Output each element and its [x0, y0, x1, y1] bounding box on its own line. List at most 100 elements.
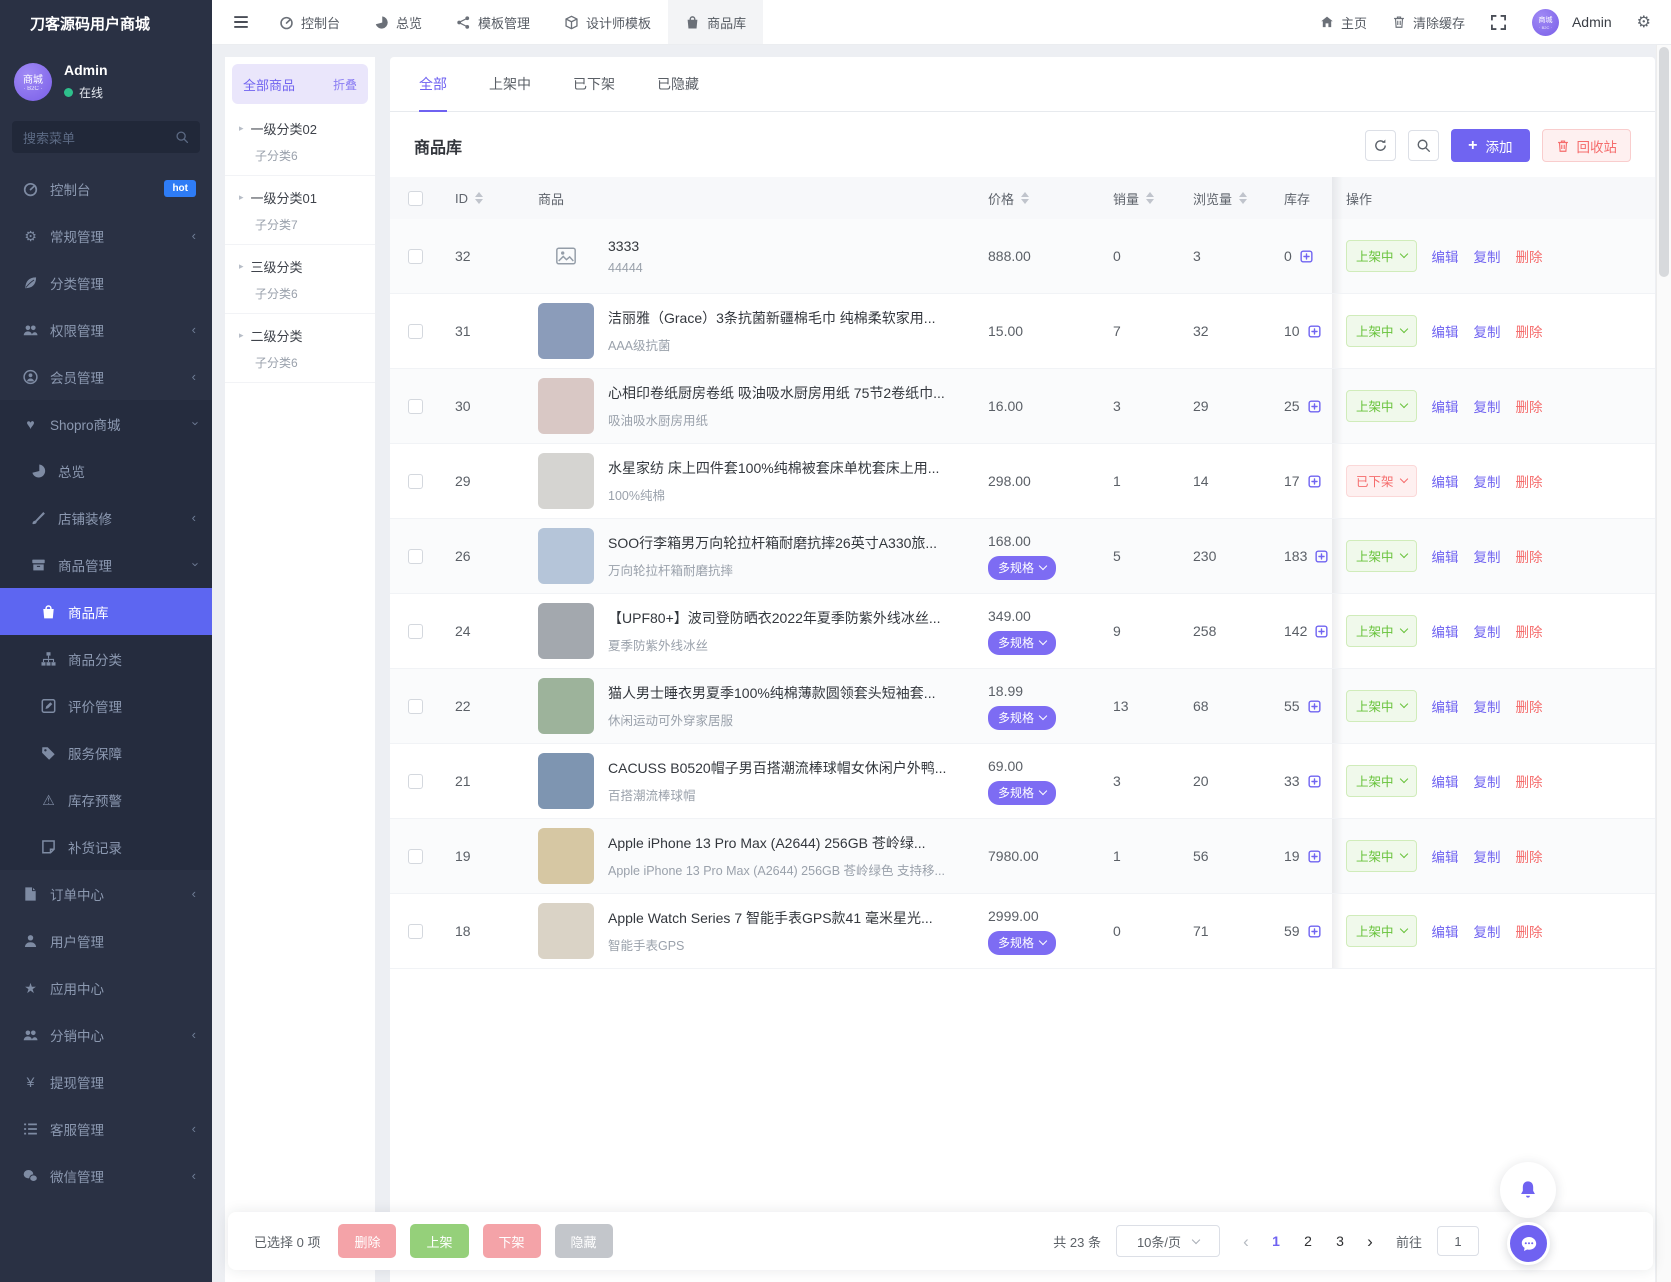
sidebar-item[interactable]: 服务保障: [0, 729, 212, 776]
status-dropdown[interactable]: 上架中: [1346, 915, 1417, 947]
nav-avatar[interactable]: 商城 · B2C ·: [1531, 8, 1559, 36]
sidebar-item[interactable]: ¥ 提现管理: [0, 1058, 212, 1105]
page-number-button[interactable]: 1: [1263, 1233, 1289, 1249]
delete-link[interactable]: 删除: [1516, 246, 1543, 266]
settings-gear-icon[interactable]: ⚙: [1637, 12, 1651, 32]
row-checkbox[interactable]: [407, 848, 423, 864]
product-thumbnail[interactable]: [538, 678, 594, 734]
restock-icon[interactable]: [1314, 549, 1329, 564]
edit-link[interactable]: 编辑: [1432, 696, 1459, 716]
add-button[interactable]: + 添加: [1451, 129, 1530, 162]
delete-link[interactable]: 删除: [1516, 396, 1543, 416]
copy-link[interactable]: 复制: [1474, 771, 1501, 791]
column-header-id[interactable]: ID: [440, 191, 510, 206]
status-tab[interactable]: 已下架: [573, 57, 615, 111]
row-checkbox[interactable]: [407, 473, 423, 489]
row-checkbox[interactable]: [407, 698, 423, 714]
copy-link[interactable]: 复制: [1474, 321, 1501, 341]
sidebar-item[interactable]: ⚠ 库存预警: [0, 776, 212, 823]
column-header-price[interactable]: 价格: [985, 189, 1110, 208]
status-dropdown[interactable]: 上架中: [1346, 240, 1417, 272]
copy-link[interactable]: 复制: [1474, 546, 1501, 566]
page-number-button[interactable]: 2: [1295, 1233, 1321, 1249]
status-dropdown[interactable]: 上架中: [1346, 765, 1417, 797]
column-header-sales[interactable]: 销量: [1110, 189, 1190, 208]
edit-link[interactable]: 编辑: [1432, 246, 1459, 266]
status-dropdown[interactable]: 上架中: [1346, 690, 1417, 722]
prev-page-button[interactable]: ‹: [1235, 1233, 1257, 1250]
nav-tab[interactable]: 模板管理: [439, 0, 547, 44]
avatar[interactable]: 商城 · B2C ·: [14, 62, 52, 101]
delete-link[interactable]: 删除: [1516, 696, 1543, 716]
restock-icon[interactable]: [1307, 324, 1322, 339]
copy-link[interactable]: 复制: [1474, 846, 1501, 866]
restock-icon[interactable]: [1314, 624, 1329, 639]
multi-spec-badge[interactable]: 多规格: [988, 555, 1057, 580]
sidebar-item[interactable]: 商品库: [0, 588, 212, 635]
bulk-action-button[interactable]: 隐藏: [554, 1224, 613, 1258]
status-tab[interactable]: 全部: [419, 57, 447, 112]
sidebar-item[interactable]: 总览: [0, 447, 212, 494]
status-dropdown[interactable]: 上架中: [1346, 540, 1417, 572]
sidebar-item[interactable]: ⚙ 常规管理: [0, 212, 212, 259]
sidebar-item[interactable]: 用户管理: [0, 917, 212, 964]
nav-username[interactable]: Admin: [1572, 14, 1612, 30]
nav-tab[interactable]: 控制台: [262, 0, 357, 44]
product-thumbnail[interactable]: [538, 378, 594, 434]
sidebar-item[interactable]: ★ 应用中心: [0, 964, 212, 1011]
category-item[interactable]: ▸ 三级分类 子分类6: [225, 245, 375, 314]
menu-search-input[interactable]: 搜索菜单: [12, 121, 200, 153]
copy-link[interactable]: 复制: [1474, 396, 1501, 416]
category-item[interactable]: ▸ 一级分类01 子分类7: [225, 176, 375, 245]
page-size-select[interactable]: 10条/页: [1115, 1225, 1220, 1257]
select-all-checkbox[interactable]: [407, 190, 423, 206]
goto-page-input[interactable]: [1437, 1226, 1479, 1256]
bulk-action-button[interactable]: 删除: [338, 1224, 397, 1258]
status-dropdown[interactable]: 上架中: [1346, 390, 1417, 422]
copy-link[interactable]: 复制: [1474, 696, 1501, 716]
page-number-button[interactable]: 3: [1327, 1233, 1353, 1249]
edit-link[interactable]: 编辑: [1432, 396, 1459, 416]
nav-tab[interactable]: 设计师模板: [547, 0, 668, 44]
delete-link[interactable]: 删除: [1516, 846, 1543, 866]
sidebar-item[interactable]: 微信管理: [0, 1152, 212, 1199]
category-subitem[interactable]: 子分类6: [255, 147, 367, 164]
vertical-scrollbar[interactable]: [1656, 45, 1671, 1282]
sidebar-item[interactable]: 会员管理: [0, 353, 212, 400]
row-checkbox[interactable]: [407, 548, 423, 564]
column-header-views[interactable]: 浏览量: [1190, 189, 1270, 208]
notification-bell-button[interactable]: [1500, 1162, 1556, 1218]
category-item[interactable]: ▸ 二级分类 子分类6: [225, 314, 375, 383]
edit-link[interactable]: 编辑: [1432, 321, 1459, 341]
search-button[interactable]: [1408, 130, 1440, 161]
product-thumbnail[interactable]: [538, 528, 594, 584]
edit-link[interactable]: 编辑: [1432, 471, 1459, 491]
restock-icon[interactable]: [1307, 924, 1322, 939]
edit-link[interactable]: 编辑: [1432, 921, 1459, 941]
delete-link[interactable]: 删除: [1516, 771, 1543, 791]
restock-icon[interactable]: [1307, 699, 1322, 714]
chat-button[interactable]: [1507, 1222, 1550, 1265]
sidebar-item[interactable]: 评价管理: [0, 682, 212, 729]
copy-link[interactable]: 复制: [1474, 471, 1501, 491]
bulk-action-button[interactable]: 上架: [410, 1224, 469, 1258]
sidebar-item[interactable]: 控制台 hot: [0, 165, 212, 212]
product-thumbnail[interactable]: [538, 603, 594, 659]
hamburger-icon[interactable]: [232, 13, 250, 31]
row-checkbox[interactable]: [407, 923, 423, 939]
product-thumbnail[interactable]: [538, 453, 594, 509]
row-checkbox[interactable]: [407, 773, 423, 789]
sidebar-item[interactable]: 分类管理: [0, 259, 212, 306]
next-page-button[interactable]: ›: [1359, 1233, 1381, 1250]
nav-tab[interactable]: 商品库: [668, 0, 764, 44]
edit-link[interactable]: 编辑: [1432, 546, 1459, 566]
category-subitem[interactable]: 子分类6: [255, 285, 367, 302]
fullscreen-icon[interactable]: [1490, 14, 1507, 31]
copy-link[interactable]: 复制: [1474, 921, 1501, 941]
row-checkbox[interactable]: [407, 398, 423, 414]
category-subitem[interactable]: 子分类7: [255, 216, 367, 233]
status-tab[interactable]: 上架中: [489, 57, 531, 111]
restock-icon[interactable]: [1307, 774, 1322, 789]
home-link[interactable]: 主页: [1320, 13, 1367, 32]
restock-icon[interactable]: [1299, 249, 1314, 264]
